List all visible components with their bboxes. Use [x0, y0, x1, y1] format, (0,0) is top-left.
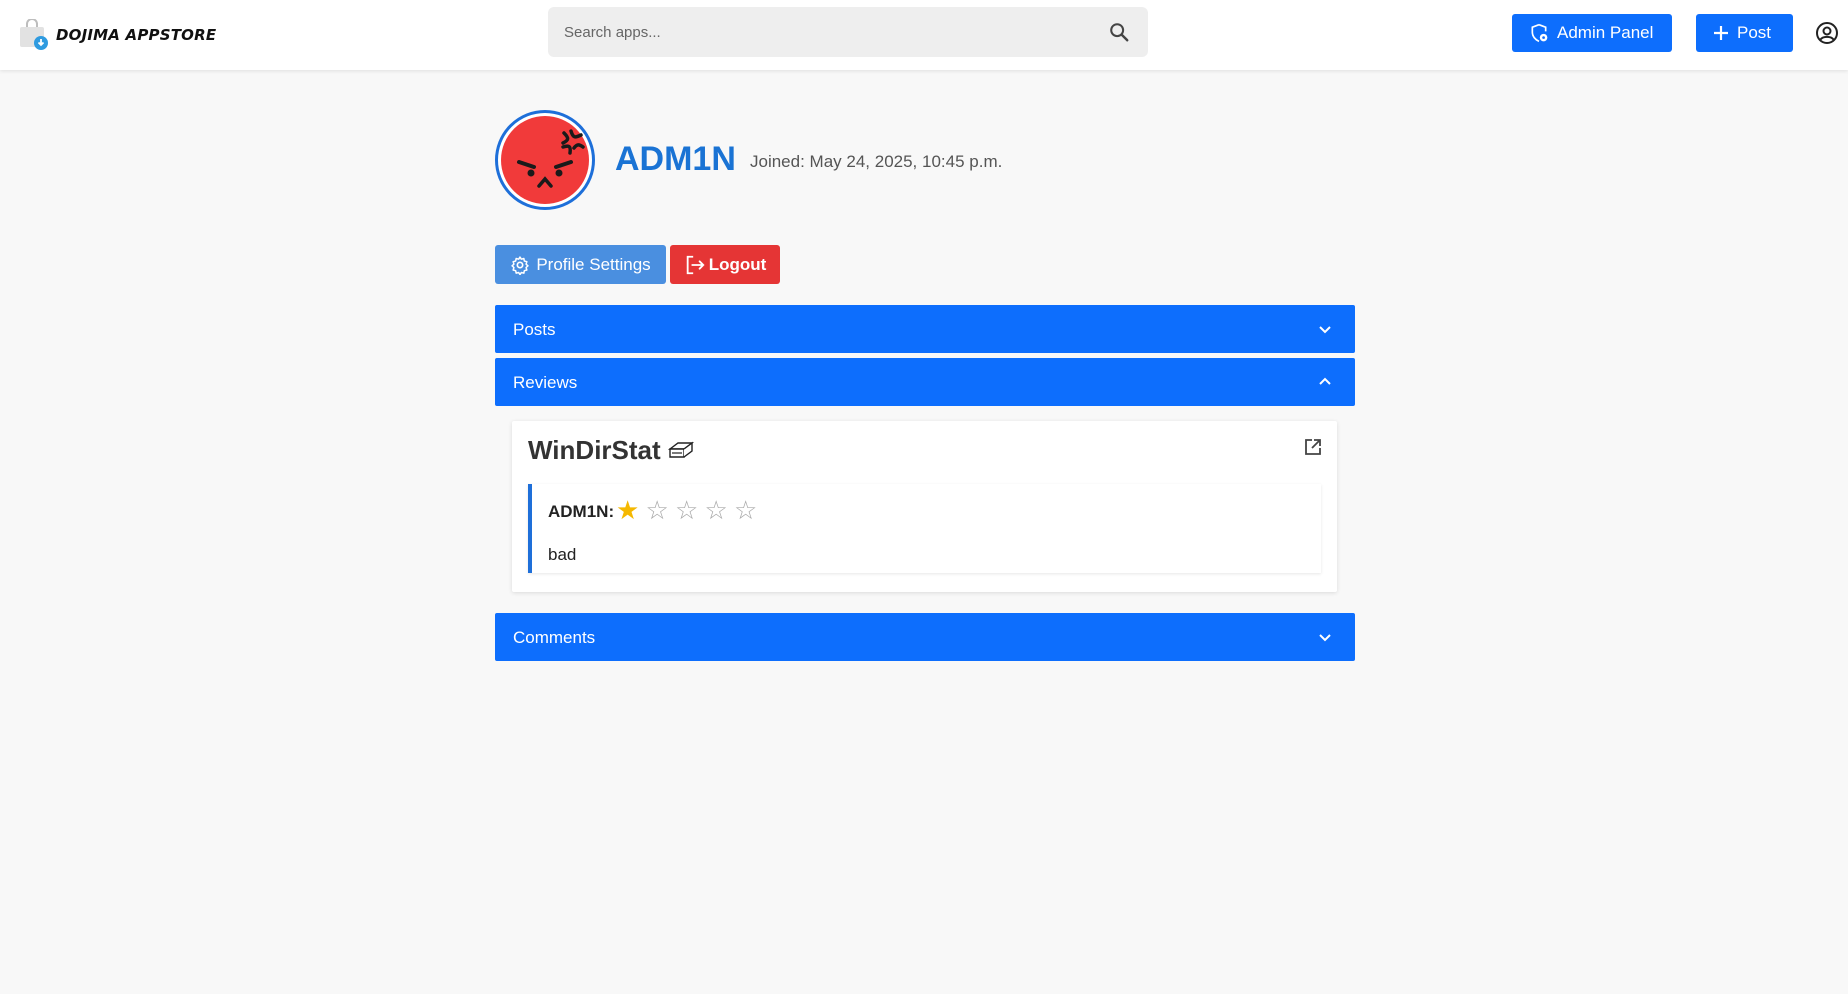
comments-accordion-label: Comments — [513, 628, 596, 647]
search-bar — [548, 7, 1148, 57]
posts-accordion-header[interactable]: Posts — [495, 305, 1355, 353]
logout-icon — [686, 255, 705, 274]
open-external-icon[interactable] — [1303, 437, 1323, 457]
reviews-panel: WinDirStat ADM1N: ★ ☆ ☆ ☆ ☆ bad — [512, 421, 1337, 592]
star-empty-icon: ☆ — [645, 496, 669, 526]
avatar — [495, 110, 595, 210]
brand-name: DOJIMA APPSTORE — [56, 26, 217, 44]
angry-face-icon — [501, 116, 589, 204]
admin-panel-label: Admin Panel — [1557, 23, 1654, 42]
profile-settings-button[interactable]: Profile Settings — [495, 245, 666, 284]
gear-icon — [511, 255, 529, 275]
review-text: bad — [548, 545, 577, 564]
plus-icon — [1714, 26, 1728, 40]
comments-accordion-header[interactable]: Comments — [495, 613, 1355, 661]
post-label: Post — [1737, 23, 1772, 42]
chevron-down-icon — [1319, 634, 1331, 642]
chevron-up-icon — [1319, 377, 1331, 385]
star-empty-icon: ☆ — [734, 496, 758, 526]
logout-label: Logout — [708, 254, 767, 274]
search-input[interactable] — [564, 7, 1084, 57]
top-navbar: DOJIMA APPSTORE Admin Panel Post — [0, 0, 1848, 70]
brand-logo-link[interactable]: DOJIMA APPSTORE — [18, 18, 217, 51]
account-circle-icon[interactable] — [1815, 21, 1839, 45]
star-rating: ★ ☆ ☆ ☆ ☆ — [616, 495, 764, 527]
new-post-button[interactable]: Post — [1696, 14, 1793, 52]
reviews-accordion-header[interactable]: Reviews — [495, 358, 1355, 406]
posts-accordion-label: Posts — [513, 320, 556, 339]
star-empty-icon: ☆ — [675, 496, 699, 526]
reviews-accordion-label: Reviews — [513, 373, 578, 392]
admin-shield-icon — [1531, 23, 1548, 43]
chevron-down-icon — [1319, 326, 1331, 334]
review-app-link[interactable]: WinDirStat — [528, 435, 695, 466]
joined-date: Joined: May 24, 2025, 10:45 p.m. — [750, 152, 1003, 171]
review-card: ADM1N: ★ ☆ ☆ ☆ ☆ bad — [528, 484, 1321, 573]
star-filled-icon: ★ — [616, 496, 640, 526]
profile-settings-label: Profile Settings — [536, 254, 651, 274]
search-icon[interactable] — [1108, 21, 1130, 43]
drive-icon — [667, 441, 694, 458]
store-bag-icon — [18, 18, 50, 51]
star-empty-icon: ☆ — [704, 496, 728, 526]
review-author: ADM1N: — [548, 502, 615, 521]
profile-username: ADM1N — [615, 140, 736, 178]
review-app-name: WinDirStat — [528, 435, 661, 465]
logout-button[interactable]: Logout — [670, 245, 780, 284]
admin-panel-button[interactable]: Admin Panel — [1512, 14, 1672, 52]
